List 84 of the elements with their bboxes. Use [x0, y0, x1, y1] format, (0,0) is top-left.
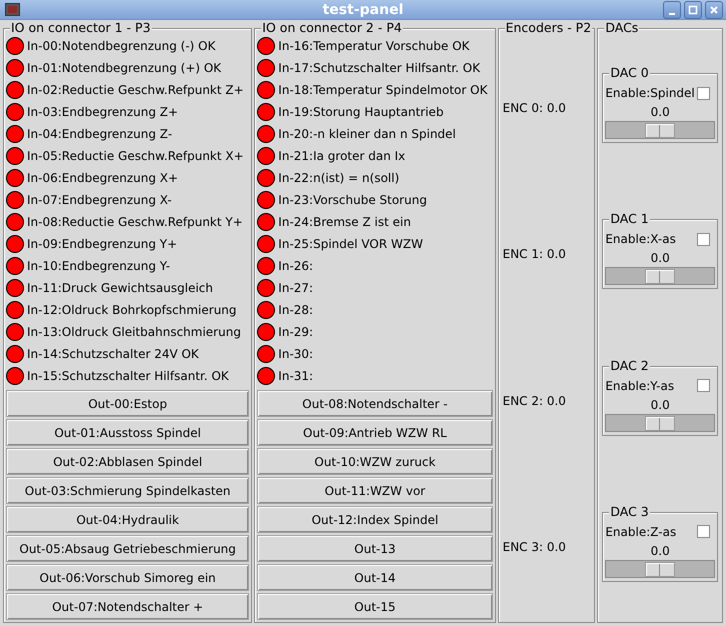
close-icon — [708, 4, 720, 16]
dac-title: DAC 0 — [609, 66, 650, 80]
slider-thumb[interactable] — [645, 416, 676, 431]
input-label: In-10:Endbegrenzung Y- — [27, 259, 170, 273]
input-label: In-09:Endbegrenzung Y+ — [27, 237, 178, 251]
minimize-icon — [669, 12, 675, 14]
input-label: In-23:Vorschube Storung — [278, 193, 427, 207]
input-label: In-15:Schutzschalter Hilfsantr. OK — [27, 369, 229, 383]
minimize-button[interactable] — [663, 0, 681, 18]
input-label: In-17:Schutzschalter Hilfsantr. OK — [278, 61, 480, 75]
input-label: In-07:Endbegrenzung X- — [27, 193, 172, 207]
group-title: DACs — [604, 21, 640, 35]
input-label: In-04:Endbegrenzung Z- — [27, 127, 172, 141]
input-label: In-18:Temperatur Spindelmotor OK — [278, 83, 488, 97]
input-label: In-20:-n kleiner dan n Spindel — [278, 127, 456, 141]
dac-title: DAC 1 — [609, 212, 650, 226]
app-icon — [5, 3, 20, 16]
input-label: In-13:Oldruck Gleitbahnschmierung — [27, 325, 241, 339]
input-label: In-27: — [278, 281, 314, 295]
input-label: In-29: — [278, 325, 314, 339]
dac-value: 0.0 — [650, 398, 670, 412]
encoder-value: ENC 1: 0.0 — [502, 247, 567, 262]
input-label: In-28: — [278, 303, 314, 317]
output-button[interactable]: Out-09:Antrieb WZW RL — [257, 419, 493, 446]
maximize-icon — [687, 4, 699, 16]
output-button[interactable]: Out-06:Vorschub Simoreg ein — [6, 564, 250, 591]
input-label: In-11:Druck Gewichtsausgleich — [27, 281, 213, 295]
enable-checkbox[interactable] — [697, 232, 710, 246]
output-button[interactable]: Out-15 — [257, 593, 493, 620]
input-label: In-16:Temperatur Vorschube OK — [278, 39, 470, 53]
input-label: In-03:Endbegrenzung Z+ — [27, 105, 178, 119]
output-button[interactable]: Out-14 — [257, 564, 493, 591]
group-title: IO on connector 1 - P3 — [10, 21, 152, 35]
output-button[interactable]: Out-04:Hydraulik — [6, 506, 250, 533]
input-label: In-12:Oldruck Bohrkopfschmierung — [27, 303, 237, 317]
output-button[interactable]: Out-12:Index Spindel — [257, 506, 493, 533]
maximize-button[interactable] — [684, 0, 702, 18]
slider-thumb[interactable] — [645, 123, 676, 138]
input-label: In-24:Bremse Z ist ein — [278, 215, 411, 229]
slider-thumb[interactable] — [645, 269, 676, 284]
dac-value: 0.0 — [650, 544, 670, 558]
input-label: In-26: — [278, 259, 314, 273]
window-title: test-panel — [322, 2, 404, 18]
output-button[interactable]: Out-08:Notendschalter - — [257, 390, 493, 417]
group-title: IO on connector 2 - P4 — [261, 21, 403, 35]
input-label: In-19:Storung Hauptantrieb — [278, 105, 444, 119]
slider-thumb[interactable] — [645, 562, 676, 577]
output-button[interactable]: Out-00:Estop — [6, 390, 250, 417]
input-label: In-21:Ia groter dan Ix — [278, 149, 406, 163]
output-button[interactable]: Out-11:WZW vor — [257, 477, 493, 504]
enable-checkbox[interactable] — [697, 86, 710, 100]
enable-checkbox[interactable] — [697, 525, 710, 538]
enable-label: Enable:Z-as — [605, 524, 676, 539]
encoder-value: ENC 0: 0.0 — [502, 101, 567, 116]
output-button[interactable]: Out-07:Notendschalter + — [6, 593, 250, 620]
input-label: In-08:Reductie Geschw.Refpunkt Y+ — [27, 215, 243, 229]
input-label: In-01:Notendbegrenzung (+) OK — [27, 61, 222, 75]
output-button[interactable]: Out-02:Abblasen Spindel — [6, 448, 250, 475]
close-button[interactable] — [705, 0, 723, 18]
encoder-value: ENC 2: 0.0 — [502, 394, 567, 408]
enable-label: Enable:X-as — [605, 232, 676, 246]
dac-title: DAC 3 — [609, 504, 650, 519]
output-button[interactable]: Out-03:Schmierung Spindelkasten — [6, 477, 250, 504]
encoder-value: ENC 3: 0.0 — [502, 540, 567, 554]
output-button[interactable]: Out-01:Ausstoss Spindel — [6, 419, 250, 446]
input-label: In-05:Reductie Geschw.Refpunkt X+ — [27, 149, 244, 163]
enable-label: Enable:Y-as — [605, 378, 674, 393]
dac-value: 0.0 — [650, 251, 670, 266]
dac-title: DAC 2 — [609, 358, 650, 373]
enable-checkbox[interactable] — [697, 379, 710, 392]
input-label: In-25:Spindel VOR WZW — [278, 237, 423, 251]
group-title: Encoders - P2 — [504, 21, 592, 35]
input-label: In-00:Notendbegrenzung (-) OK — [27, 39, 216, 53]
input-label: In-14:Schutzschalter 24V OK — [27, 347, 199, 361]
input-label: In-06:Endbegrenzung X+ — [27, 171, 178, 185]
input-label: In-31: — [278, 369, 314, 383]
input-label: In-22:n(ist) = n(soll) — [278, 171, 400, 185]
output-button[interactable]: Out-13 — [257, 535, 493, 562]
dac-value: 0.0 — [650, 105, 670, 120]
enable-label: Enable:Spindel — [605, 86, 695, 100]
output-button[interactable]: Out-05:Absaug Getriebeschmierung — [6, 535, 250, 562]
output-button[interactable]: Out-10:WZW zuruck — [257, 448, 493, 475]
input-label: In-02:Reductie Geschw.Refpunkt Z+ — [27, 83, 244, 97]
input-label: In-30: — [278, 347, 314, 361]
